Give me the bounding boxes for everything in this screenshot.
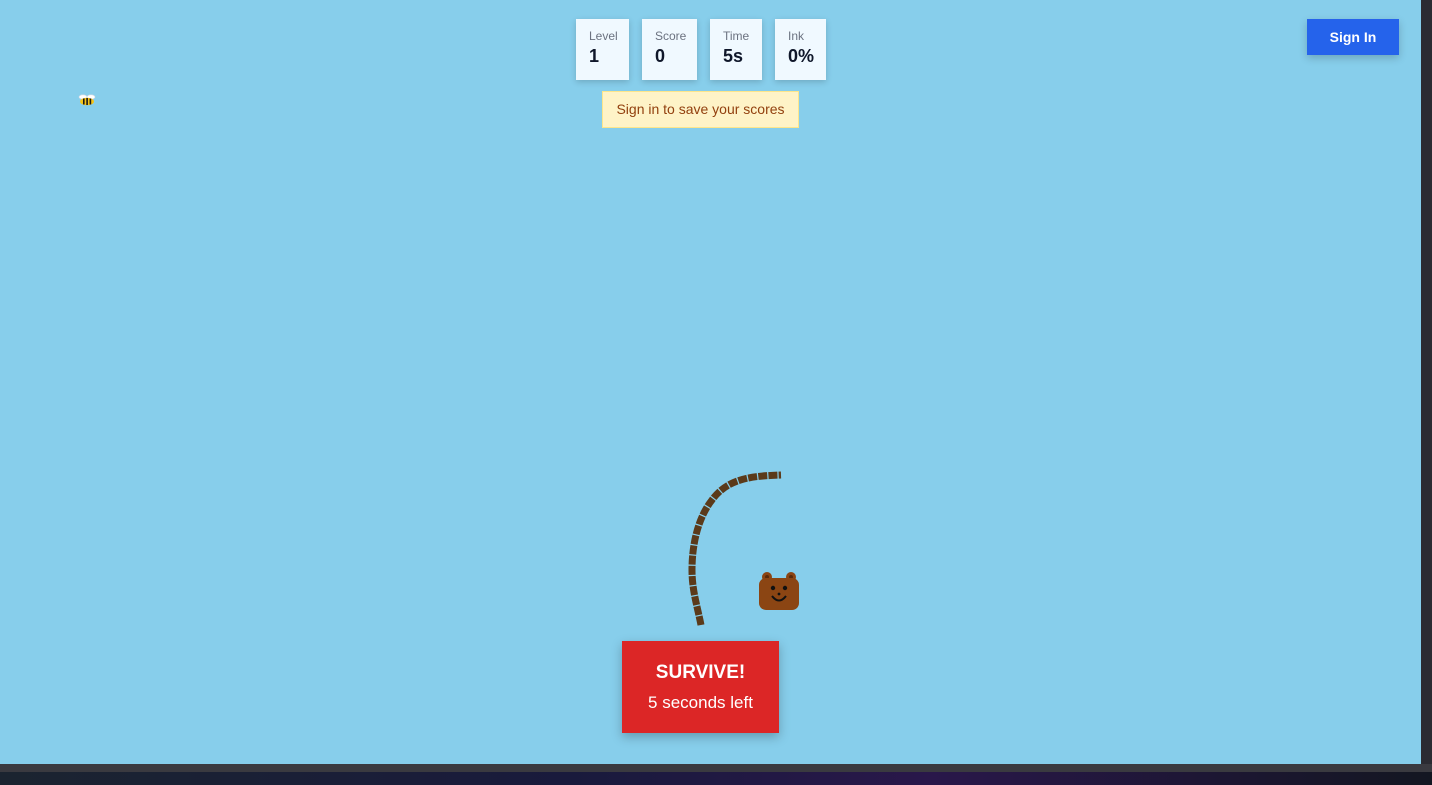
score-counter: Score 0 [642,19,697,80]
time-counter: Time 5s [710,19,762,80]
bear-icon [759,572,799,610]
window-frame-right [1421,0,1432,768]
survive-banner: SURVIVE! 5 seconds left [622,641,779,733]
time-value: 5s [723,46,744,66]
ink-value: 0% [788,46,815,66]
level-counter: Level 1 [576,19,629,80]
save-scores-hint: Sign in to save your scores [602,91,799,128]
level-label: Level [589,29,618,43]
countdown-text: 5 seconds left [648,693,753,712]
bee-icon [78,94,96,106]
window-frame-bottom [0,764,1432,772]
score-value: 0 [655,46,666,66]
survive-title: SURVIVE! [655,662,746,683]
score-label: Score [655,29,687,43]
level-value: 1 [589,46,600,66]
ink-meter: Ink 0% [775,19,826,80]
ink-label: Ink [788,29,805,43]
desktop-background [0,772,1432,785]
game-canvas[interactable]: Level 1 Score 0 Time 5s Ink 0% Sign in t… [0,0,1421,764]
sign-in-button[interactable]: Sign In [1307,19,1399,55]
time-label: Time [723,29,750,43]
